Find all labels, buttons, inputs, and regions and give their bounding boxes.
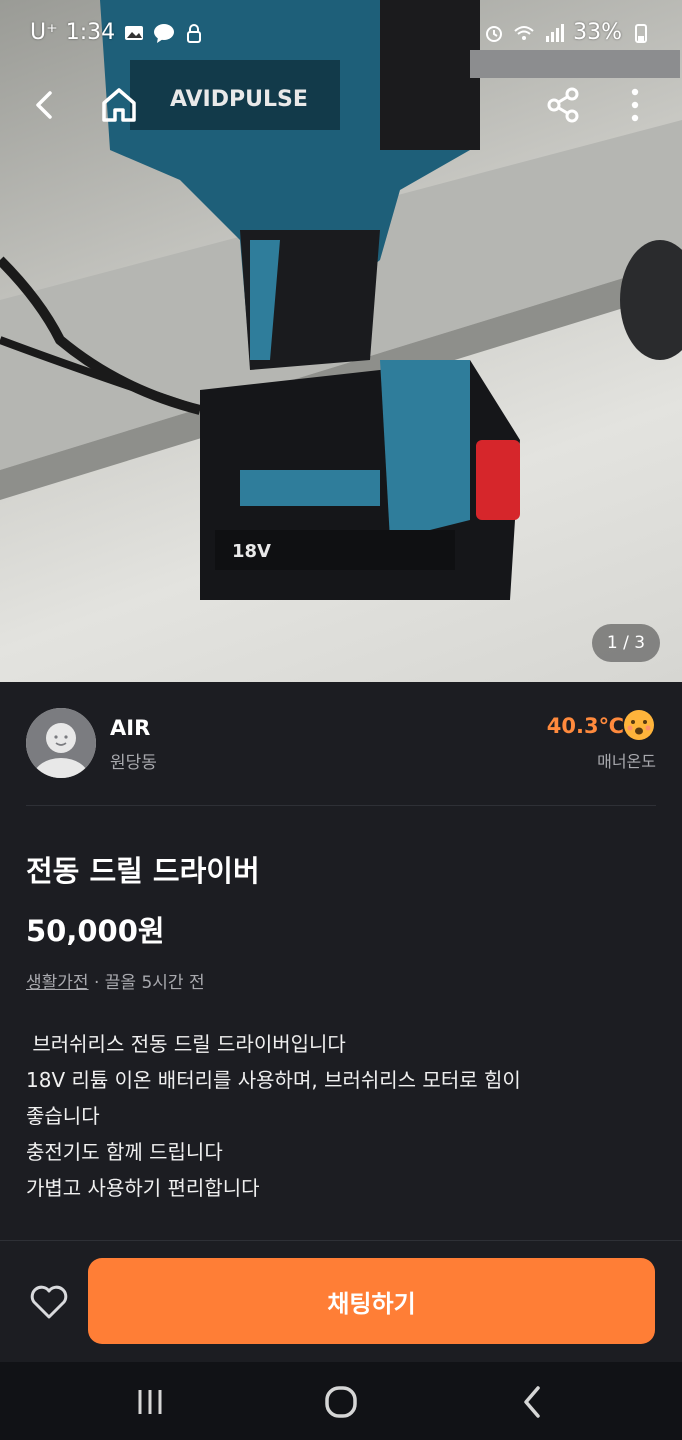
description-line: 가볍고 사용하기 편리합니다 [26,1176,260,1200]
share-button[interactable] [540,82,586,128]
battery-icon [635,23,647,43]
description-line: 좋습니다 [26,1104,100,1128]
description-line: 충전기도 함께 드립니다 [26,1140,223,1164]
back-button[interactable] [22,82,68,128]
carrier-label: U⁺ [30,20,58,45]
seller-profile[interactable]: AIR 원당동 40.3℃ 매너온도 [26,708,656,780]
recent-apps-button[interactable] [130,1382,170,1422]
seller-location: 원당동 [110,753,157,773]
more-vertical-icon [631,88,639,122]
system-home-button[interactable] [321,1382,361,1422]
manner-temperature-label[interactable]: 매너온도 [597,748,656,772]
top-navigation [0,72,682,136]
seller-name: AIR [110,716,151,740]
manner-temperature: 40.3℃ [546,714,624,738]
status-bar: U⁺ 1:34 33% [0,0,682,68]
lock-icon [187,23,202,43]
chevron-left-icon [36,91,52,119]
description-line: 브러쉬리스 전동 드릴 드라이버입니다 [26,1032,346,1056]
signal-icon [546,23,565,42]
listing-title: 전동 드릴 드라이버 [26,854,260,888]
listing-meta: 생활가전 · 끌올 5시간 전 [26,968,205,993]
share-icon [547,87,579,123]
heart-icon [30,1285,68,1319]
wifi-icon [514,25,534,40]
like-button[interactable] [28,1281,70,1323]
battery-percent: 33% [573,20,622,45]
image-counter: 1 / 3 [592,624,660,662]
more-options-button[interactable] [612,82,658,128]
category-link[interactable]: 생활가전 [26,973,89,993]
avatar[interactable] [26,708,96,778]
clock: 1:34 [65,20,116,45]
section-divider [26,805,656,806]
talk-notification-icon [154,23,175,43]
chat-button[interactable]: 채팅하기 [88,1258,655,1344]
description-line: 18V 리튬 이온 배터리를 사용하며, 브러쉬리스 모터로 힘이 [26,1068,521,1092]
home-button[interactable] [96,82,142,128]
smiling-face-icon [624,710,654,740]
listing-price: 50,000원 [26,914,165,948]
posted-time: · 끌올 5시간 전 [88,973,205,993]
system-navigation-bar [0,1362,682,1440]
action-bar: 채팅하기 [0,1240,682,1363]
default-avatar-icon [26,708,96,778]
product-photo[interactable]: 18V AVIDPULSE U⁺ 1:34 33% 1 / 3 [0,0,682,682]
battery-voltage-label: 18V [232,541,271,562]
gallery-notification-icon [125,25,144,40]
listing-description: 브러쉬리스 전동 드릴 드라이버입니다 18V 리튬 이온 배터리를 사용하며,… [26,1026,646,1206]
system-back-button[interactable] [512,1382,552,1422]
home-icon [102,88,136,122]
alarm-icon [486,25,503,42]
